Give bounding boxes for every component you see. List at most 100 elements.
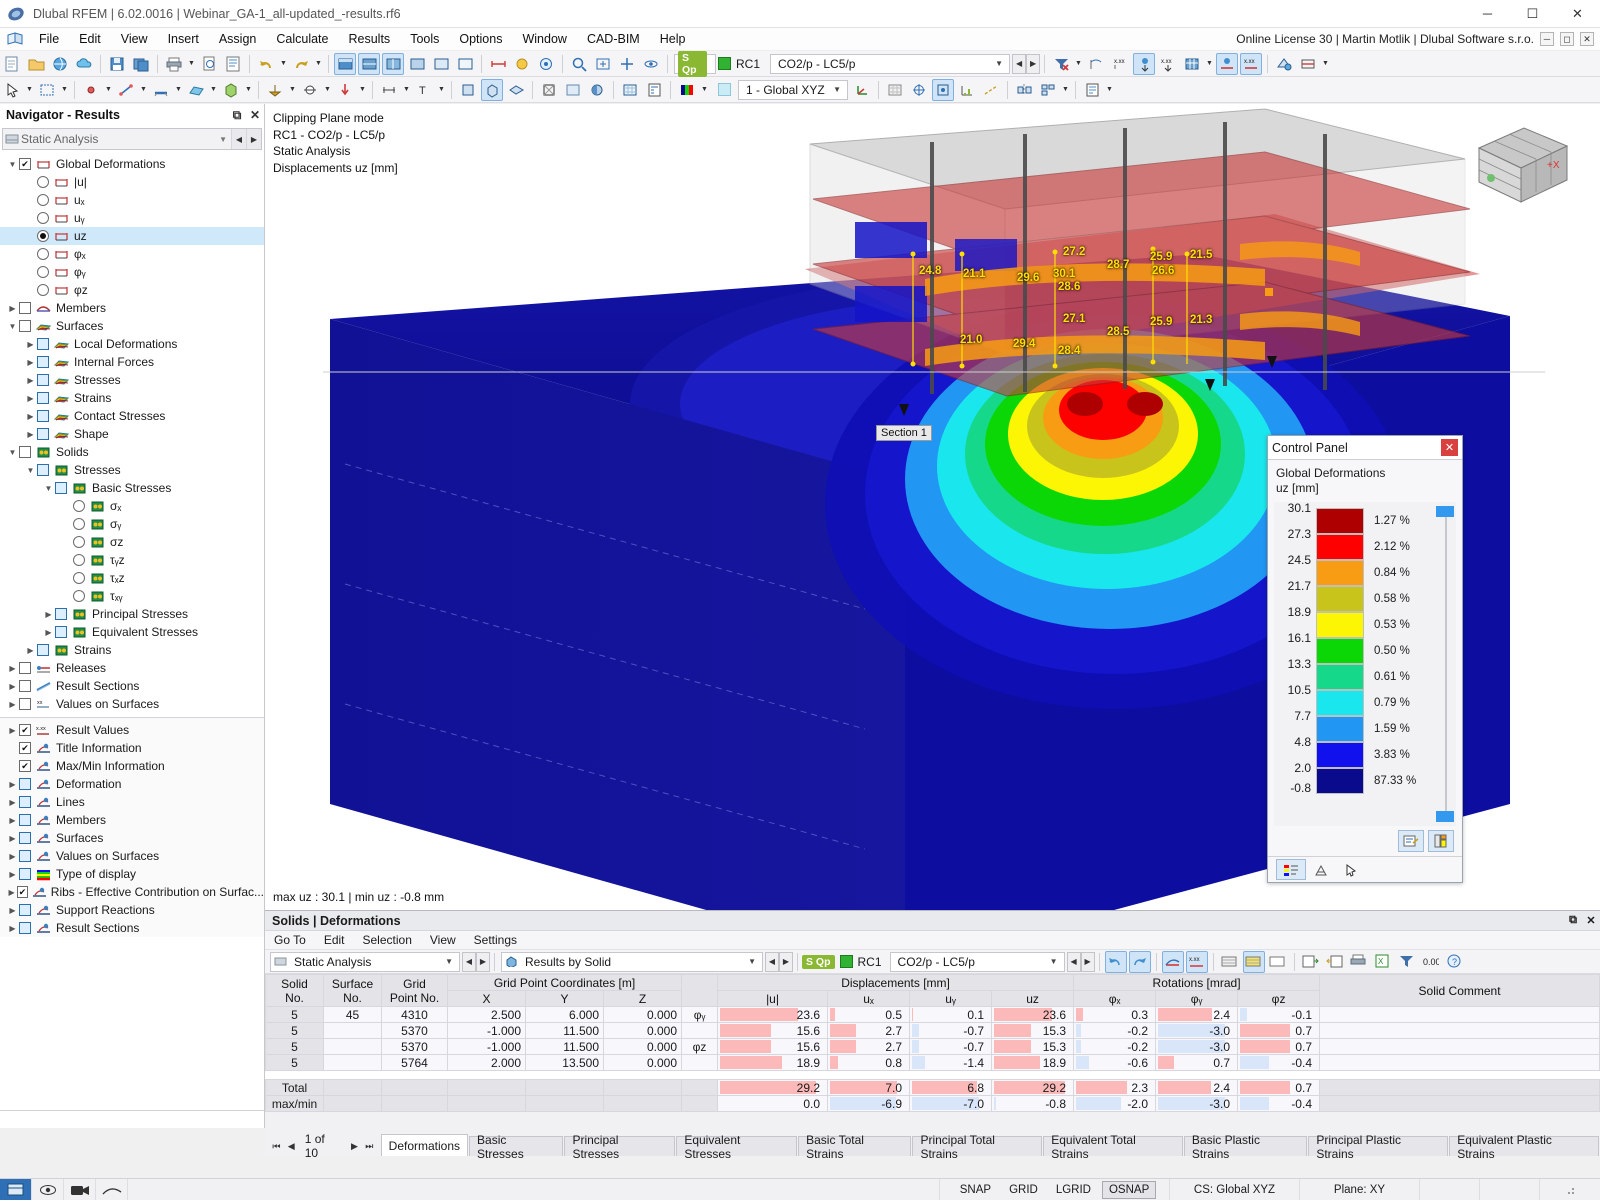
- save-all-icon[interactable]: [130, 53, 152, 75]
- table-cell[interactable]: 23.6: [991, 1006, 1075, 1023]
- table-cell[interactable]: -0.1: [1237, 1006, 1321, 1023]
- osnap-icon[interactable]: [932, 78, 954, 101]
- chevron-right-icon[interactable]: ▶: [24, 394, 37, 403]
- result-values-small-icon[interactable]: x.xx: [1109, 53, 1131, 75]
- chevron-right-icon[interactable]: ▶: [42, 610, 55, 619]
- prev-page-button[interactable]: ◀: [284, 1141, 299, 1152]
- cell-z[interactable]: 0.000: [602, 1038, 683, 1055]
- result-diagram-icon[interactable]: [1085, 53, 1107, 75]
- dimension-icon[interactable]: [378, 79, 400, 101]
- table-cell[interactable]: -1.4: [909, 1054, 993, 1071]
- checkbox[interactable]: [19, 850, 31, 862]
- tree-item-[interactable]: τᵧᴢ: [0, 551, 264, 569]
- table-analysis-next[interactable]: ▶: [476, 951, 490, 972]
- analysis-prev-button[interactable]: ◀: [231, 129, 246, 149]
- table-filter-icon[interactable]: [1396, 951, 1418, 973]
- color-scale-swatch[interactable]: [1316, 612, 1364, 638]
- lgrid-icon[interactable]: [956, 79, 978, 101]
- contour-display-icon[interactable]: [676, 79, 698, 101]
- minimize-button[interactable]: ─: [1465, 0, 1510, 28]
- table-view-colored-icon[interactable]: [1242, 950, 1265, 973]
- status-visibility-icon[interactable]: [32, 1179, 64, 1200]
- view-orientation-cube[interactable]: +X: [1469, 120, 1574, 210]
- menu-insert[interactable]: Insert: [158, 29, 209, 49]
- table-import-icon[interactable]: [1324, 951, 1346, 973]
- table-cell[interactable]: -0.4: [1237, 1054, 1321, 1071]
- table-cell[interactable]: 15.3: [991, 1038, 1075, 1055]
- cell-solid-no[interactable]: 5: [265, 1022, 324, 1039]
- solid-caret-icon[interactable]: ▼: [243, 79, 254, 101]
- node-icon[interactable]: [80, 79, 102, 101]
- table-cell[interactable]: 18.9: [991, 1054, 1075, 1071]
- col-y[interactable]: Y: [525, 990, 604, 1007]
- display-item-members[interactable]: ▶ Members: [0, 811, 264, 829]
- tree-item-result-sections[interactable]: ▶ Result Sections: [0, 677, 264, 695]
- table-menu-selection[interactable]: Selection: [354, 931, 421, 949]
- checkbox[interactable]: [37, 410, 49, 422]
- surface-icon[interactable]: [185, 79, 207, 101]
- checkbox[interactable]: [37, 464, 49, 476]
- text-caret-icon[interactable]: ▼: [436, 79, 447, 101]
- results-tree[interactable]: ▼ ✔ Global Deformations |u| uₓ uᵧ uᴢ φₓ φᵧ φᴢ ▶ Mem…: [0, 153, 264, 713]
- grid-settings-icon[interactable]: [884, 79, 906, 101]
- checkbox[interactable]: [19, 796, 31, 808]
- menu-help[interactable]: Help: [650, 29, 696, 49]
- table-cell[interactable]: 2.3: [1073, 1079, 1156, 1096]
- checkbox[interactable]: [37, 428, 49, 440]
- tree-item-strains[interactable]: ▶ Strains: [0, 641, 264, 659]
- checkbox[interactable]: [19, 680, 31, 692]
- undo-icon[interactable]: [255, 53, 277, 75]
- tree-item-contact-stresses[interactable]: ▶ Contact Stresses: [0, 407, 264, 425]
- chevron-down-icon[interactable]: ▼: [24, 466, 37, 475]
- render-mode-2-icon[interactable]: [358, 52, 380, 75]
- chevron-right-icon[interactable]: ▶: [24, 340, 37, 349]
- table-analysis-combobox[interactable]: Static Analysis ▼: [270, 951, 460, 972]
- tab-equivalent-plastic-strains[interactable]: Equivalent Plastic Strains: [1449, 1133, 1599, 1161]
- table-cell[interactable]: -0.8: [991, 1095, 1074, 1112]
- chevron-down-icon[interactable]: ▼: [6, 448, 19, 457]
- render-mode-3-icon[interactable]: [382, 52, 404, 75]
- result-type-tabs[interactable]: Deformations Basic Stresses Principal Stre…: [380, 1133, 1600, 1161]
- tree-item-shape[interactable]: ▶ Shape: [0, 425, 264, 443]
- tree-item-equivalent-stresses[interactable]: ▶ Equivalent Stresses: [0, 623, 264, 641]
- chevron-down-icon[interactable]: ▼: [219, 135, 231, 144]
- scale-settings-button[interactable]: [1428, 830, 1454, 852]
- first-page-button[interactable]: ⏮: [269, 1141, 284, 1152]
- color-scale-swatch[interactable]: [1316, 742, 1364, 768]
- display-properties-tree[interactable]: ▶ ✔ x.xx Result Values ✔ Title Information ✔ Ma…: [0, 717, 264, 937]
- analysis-type-combobox[interactable]: Static Analysis ▼ ◀ ▶: [2, 128, 262, 150]
- table-cell[interactable]: 18.9: [717, 1054, 829, 1071]
- tree-item-[interactable]: φᴢ: [0, 281, 264, 299]
- checkbox[interactable]: [37, 338, 49, 350]
- cell-solid-no[interactable]: 5: [265, 1038, 324, 1055]
- table-cell[interactable]: 0.7: [1237, 1079, 1320, 1096]
- tab-factors[interactable]: [1306, 859, 1336, 880]
- edit-colors-button[interactable]: [1398, 830, 1424, 852]
- table-cell[interactable]: 15.6: [717, 1022, 829, 1039]
- array-icon[interactable]: [1037, 79, 1059, 101]
- calculate-icon[interactable]: [643, 79, 665, 101]
- table-cell[interactable]: 0.5: [827, 1006, 911, 1023]
- checkbox[interactable]: [19, 302, 31, 314]
- cell-x[interactable]: -1.000: [447, 1022, 526, 1039]
- color-scale-swatch[interactable]: [1316, 586, 1364, 612]
- table-cell[interactable]: -6.9: [827, 1095, 910, 1112]
- tree-item-local-deformations[interactable]: ▶ Local Deformations: [0, 335, 264, 353]
- cell-surface-no[interactable]: [323, 1038, 382, 1055]
- render-mode-4-icon[interactable]: [406, 53, 428, 75]
- table-excel-icon[interactable]: X: [1372, 951, 1394, 973]
- tab-color-scale[interactable]: [1276, 859, 1306, 880]
- line-icon[interactable]: [115, 79, 137, 101]
- radio-button[interactable]: [73, 518, 85, 530]
- col-grid-point-no[interactable]: Grid Point No.: [381, 974, 448, 1007]
- chevron-down-icon[interactable]: ▼: [830, 85, 844, 94]
- cell-surface-no[interactable]: [323, 1054, 382, 1071]
- table-cell[interactable]: 2.4: [1155, 1006, 1239, 1023]
- table-cell[interactable]: -0.4: [1237, 1095, 1320, 1112]
- select-dropdown-caret-icon[interactable]: ▼: [24, 79, 35, 101]
- tree-item-stresses[interactable]: ▼ Stresses: [0, 461, 264, 479]
- display-item-deformation[interactable]: ▶ Deformation: [0, 775, 264, 793]
- chevron-right-icon[interactable]: ▶: [6, 906, 19, 915]
- result-display-b-icon[interactable]: x.xx: [1240, 52, 1263, 75]
- col-ux[interactable]: uₓ: [827, 990, 911, 1007]
